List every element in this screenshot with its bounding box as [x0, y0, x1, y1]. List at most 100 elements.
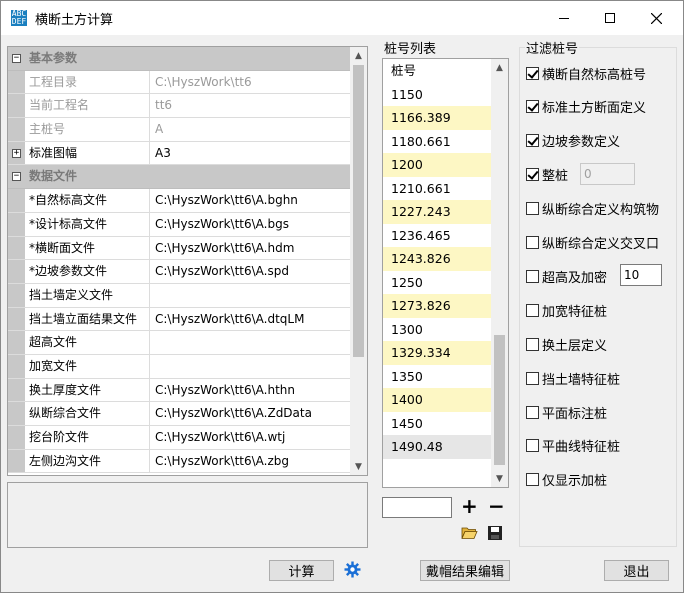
grid-property-row[interactable]: + 标准图幅 A3: [8, 141, 350, 166]
filter-checkbox[interactable]: 整桩: [526, 166, 568, 184]
maximize-button[interactable]: [587, 1, 633, 35]
grid-property-value[interactable]: C:\HyszWork\tt6\A.hdm: [150, 237, 350, 260]
filter-checkbox[interactable]: 超高及加密: [526, 267, 607, 286]
grid-property-row[interactable]: *自然标高文件 C:\HyszWork\tt6\A.bghn: [8, 189, 350, 213]
grid-property-row[interactable]: 纵断综合文件 C:\HyszWork\tt6\A.ZdData: [8, 402, 350, 426]
checkbox-icon[interactable]: [526, 202, 539, 216]
grid-property-row[interactable]: 挡土墙立面结果文件 C:\HyszWork\tt6\A.dtqLM: [8, 307, 350, 332]
grid-category-row[interactable]: − 数据文件: [8, 165, 350, 190]
checkbox-icon[interactable]: [526, 337, 539, 351]
pile-list-item[interactable]: 1150: [383, 83, 492, 107]
grid-property-row[interactable]: 换土厚度文件 C:\HyszWork\tt6\A.hthn: [8, 378, 350, 403]
grid-property-value[interactable]: tt6: [150, 94, 350, 117]
scroll-thumb[interactable]: [494, 335, 505, 465]
filter-checkbox[interactable]: 边坡参数定义: [526, 132, 620, 150]
open-folder-icon[interactable]: [461, 525, 478, 541]
filter-checkbox[interactable]: 加宽特征桩: [526, 301, 607, 320]
filter-checkbox[interactable]: 横断自然标高桩号: [526, 64, 646, 83]
result-edit-button[interactable]: 戴帽结果编辑: [420, 560, 510, 581]
checkbox-icon[interactable]: [526, 236, 539, 249]
pile-list-item[interactable]: 1236.465: [383, 224, 492, 248]
pile-list-item[interactable]: 1243.826: [383, 247, 492, 271]
parameter-grid-scrollbar[interactable]: ▲ ▼: [350, 47, 367, 475]
pile-list-item[interactable]: 1200: [383, 153, 492, 177]
filter-checkbox[interactable]: 平曲线特征桩: [526, 437, 620, 455]
grid-property-value[interactable]: C:\HyszWork\tt6\A.bghn: [150, 189, 350, 212]
checkbox-icon[interactable]: [526, 405, 539, 419]
pile-list-item[interactable]: 1450: [383, 412, 492, 436]
grid-property-row[interactable]: 挡土墙定义文件: [8, 283, 350, 308]
pile-list-item[interactable]: 1273.826: [383, 294, 492, 318]
checkbox-icon[interactable]: [526, 66, 539, 80]
scroll-down-icon[interactable]: ▼: [491, 470, 508, 487]
pile-list-scrollbar[interactable]: ▲ ▼: [491, 59, 508, 487]
checkbox-icon[interactable]: [526, 303, 539, 317]
save-icon[interactable]: [487, 525, 503, 541]
collapse-icon[interactable]: −: [8, 165, 25, 189]
grid-property-value[interactable]: C:\HyszWork\tt6\A.spd: [150, 260, 350, 283]
pile-list-item[interactable]: 1227.243: [383, 200, 492, 224]
filter-checkbox[interactable]: 标准土方断面定义: [526, 98, 646, 116]
grid-property-row[interactable]: 挖台阶文件 C:\HyszWork\tt6\A.wtj: [8, 426, 350, 450]
filter-checkbox[interactable]: 仅显示加桩: [526, 471, 607, 489]
filter-checkbox[interactable]: 挡土墙特征桩: [526, 369, 620, 388]
pile-list-item[interactable]: 1300: [383, 318, 492, 342]
grid-property-value[interactable]: C:\HyszWork\tt6\A.bgs: [150, 213, 350, 236]
checkbox-icon[interactable]: [526, 134, 539, 148]
pile-list-item[interactable]: 1400: [383, 388, 492, 412]
grid-category-row[interactable]: − 基本参数: [8, 47, 350, 71]
checkbox-icon[interactable]: [526, 168, 539, 182]
scroll-up-icon[interactable]: ▲: [491, 59, 508, 76]
checkbox-icon[interactable]: [526, 439, 539, 453]
pile-list-item[interactable]: 1166.389: [383, 106, 492, 130]
remove-pile-button[interactable]: −: [488, 495, 505, 517]
grid-property-row[interactable]: *横断面文件 C:\HyszWork\tt6\A.hdm: [8, 236, 350, 261]
pile-list-item[interactable]: 1329.334: [383, 341, 492, 365]
grid-property-row[interactable]: 超高文件: [8, 331, 350, 355]
pile-list-item[interactable]: 1210.661: [383, 177, 492, 201]
grid-property-row[interactable]: *边坡参数文件 C:\HyszWork\tt6\A.spd: [8, 260, 350, 284]
grid-property-value[interactable]: C:\HyszWork\tt6\A.wtj: [150, 426, 350, 449]
pile-list-item[interactable]: 1490.48: [383, 435, 492, 459]
scroll-up-icon[interactable]: ▲: [350, 47, 367, 64]
grid-property-value[interactable]: C:\HyszWork\tt6\A.zbg: [150, 450, 350, 473]
grid-property-row[interactable]: 工程目录 C:\HyszWork\tt6: [8, 70, 350, 95]
filter-number-input[interactable]: 10: [620, 264, 662, 287]
grid-property-row[interactable]: 当前工程名 tt6: [8, 94, 350, 119]
exit-button[interactable]: 退出: [604, 560, 669, 581]
grid-property-row[interactable]: *设计标高文件 C:\HyszWork\tt6\A.bgs: [8, 212, 350, 237]
checkbox-icon[interactable]: [526, 371, 539, 385]
pile-list[interactable]: 桩号 1150 1166.389 1180.661 1200 1210.661 1227.…: [382, 58, 509, 488]
pile-list-item[interactable]: 1350: [383, 365, 492, 389]
filter-checkbox[interactable]: 换土层定义: [526, 335, 607, 354]
collapse-icon[interactable]: −: [8, 47, 25, 70]
grid-property-row[interactable]: 加宽文件: [8, 354, 350, 379]
grid-property-value[interactable]: [150, 331, 350, 354]
grid-property-value[interactable]: [150, 284, 350, 307]
grid-property-value[interactable]: C:\HyszWork\tt6: [150, 71, 350, 94]
gear-icon[interactable]: [344, 561, 361, 578]
grid-property-value[interactable]: A: [150, 118, 350, 141]
pile-number-input[interactable]: [382, 497, 452, 518]
pile-list-item[interactable]: 1180.661: [383, 130, 492, 154]
pile-list-item[interactable]: 1250: [383, 271, 492, 295]
calculate-button[interactable]: 计算: [269, 560, 334, 581]
minimize-button[interactable]: [541, 1, 587, 35]
add-pile-button[interactable]: +: [461, 495, 478, 517]
close-button[interactable]: [633, 1, 679, 35]
grid-property-value[interactable]: C:\HyszWork\tt6\A.ZdData: [150, 402, 350, 425]
scroll-thumb[interactable]: [353, 65, 364, 357]
checkbox-icon[interactable]: [526, 100, 539, 114]
grid-property-value[interactable]: C:\HyszWork\tt6\A.hthn: [150, 379, 350, 402]
checkbox-icon[interactable]: [526, 473, 539, 487]
grid-property-value[interactable]: A3: [150, 142, 350, 165]
grid-property-row[interactable]: 主桩号 A: [8, 118, 350, 142]
filter-checkbox[interactable]: 纵断综合定义构筑物: [526, 200, 659, 218]
expand-icon[interactable]: +: [8, 141, 25, 165]
grid-property-value[interactable]: C:\HyszWork\tt6\A.dtqLM: [150, 308, 350, 331]
grid-property-row[interactable]: 左侧边沟文件 C:\HyszWork\tt6\A.zbg: [8, 449, 350, 474]
parameter-grid[interactable]: − 基本参数 工程目录 C:\HyszWork\tt6 当前工程名 tt6 主桩号 A + 标准图…: [7, 46, 368, 476]
filter-checkbox[interactable]: 平面标注桩: [526, 403, 607, 422]
checkbox-icon[interactable]: [526, 269, 539, 283]
scroll-down-icon[interactable]: ▼: [350, 458, 367, 475]
